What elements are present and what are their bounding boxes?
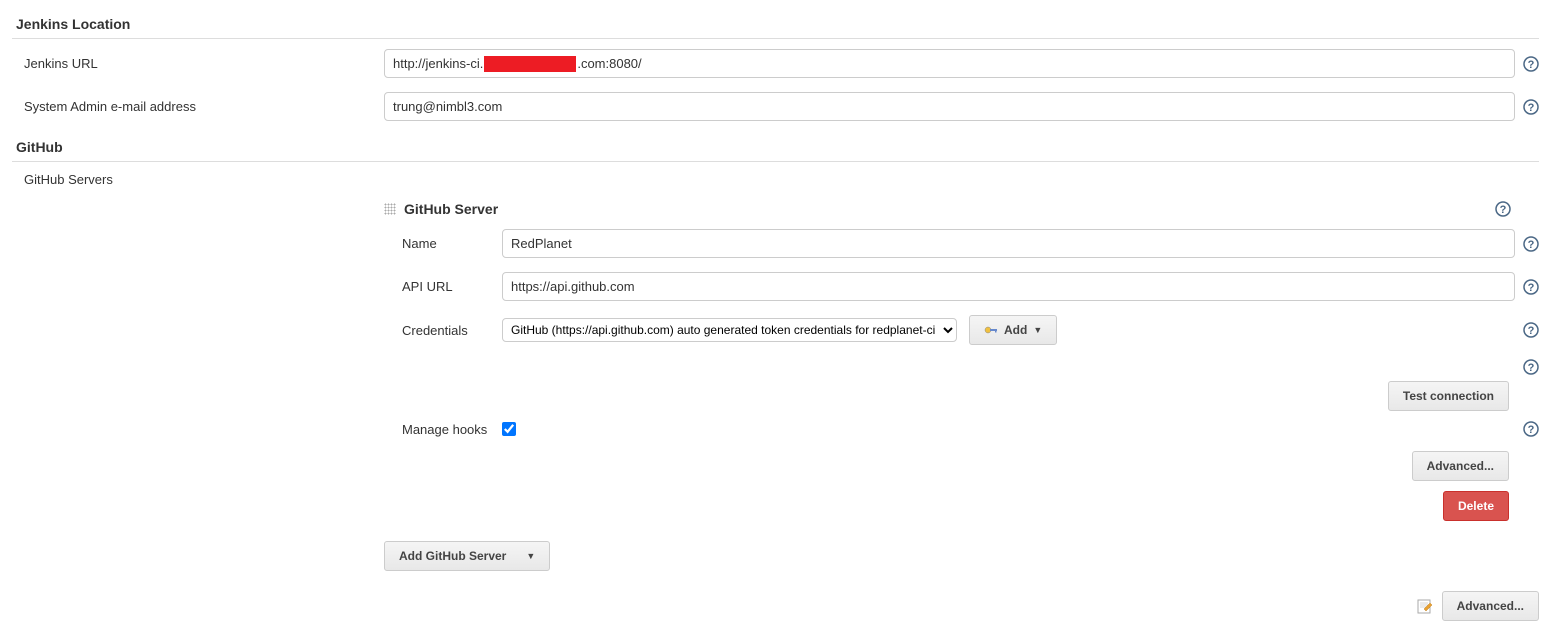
key-icon [984, 325, 998, 335]
api-url-label: API URL [402, 279, 502, 294]
server-name-row: Name ? [384, 229, 1539, 258]
server-name-label: Name [402, 236, 502, 251]
credentials-select[interactable]: GitHub (https://api.github.com) auto gen… [502, 318, 957, 342]
github-server-title: GitHub Server [404, 201, 498, 217]
svg-text:?: ? [1528, 239, 1535, 251]
admin-email-label: System Admin e-mail address [24, 99, 384, 114]
add-cred-label: Add [1004, 323, 1027, 337]
svg-text:?: ? [1500, 204, 1507, 216]
admin-email-row: System Admin e-mail address ? [12, 92, 1539, 121]
github-server-block: GitHub Server ? Name ? API URL ? Credent… [384, 201, 1539, 521]
caret-down-icon: ▼ [526, 551, 535, 561]
svg-text:?: ? [1528, 362, 1535, 374]
svg-text:?: ? [1528, 102, 1535, 114]
jenkins-url-row: Jenkins URL http://jenkins-ci. .com:8080… [12, 49, 1539, 78]
caret-down-icon: ▼ [1033, 325, 1042, 335]
github-servers-label: GitHub Servers [24, 172, 384, 187]
help-icon[interactable]: ? [1523, 322, 1539, 338]
help-icon[interactable]: ? [1523, 359, 1539, 375]
drag-handle-icon[interactable] [384, 203, 396, 215]
add-server-label: Add GitHub Server [399, 549, 506, 563]
help-icon[interactable]: ? [1523, 99, 1539, 115]
jenkins-url-input[interactable] [384, 49, 1515, 78]
add-github-server-button[interactable]: Add GitHub Server ▼ [384, 541, 550, 571]
notepad-icon [1416, 597, 1434, 615]
manage-hooks-row: Manage hooks ? [384, 421, 1539, 437]
server-name-input[interactable] [502, 229, 1515, 258]
section-jenkins-location-title: Jenkins Location [12, 12, 1539, 39]
add-credentials-button[interactable]: Add ▼ [969, 315, 1057, 345]
github-servers-row: GitHub Servers [12, 172, 1539, 187]
svg-text:?: ? [1528, 424, 1535, 436]
server-advanced-button[interactable]: Advanced... [1412, 451, 1509, 481]
svg-text:?: ? [1528, 282, 1535, 294]
credentials-label: Credentials [402, 323, 502, 338]
svg-text:?: ? [1528, 59, 1535, 71]
delete-server-button[interactable]: Delete [1443, 491, 1509, 521]
admin-email-input[interactable] [384, 92, 1515, 121]
manage-hooks-label: Manage hooks [402, 422, 502, 437]
svg-text:?: ? [1528, 325, 1535, 337]
help-icon[interactable]: ? [1523, 421, 1539, 437]
jenkins-url-label: Jenkins URL [24, 56, 384, 71]
outer-advanced-button[interactable]: Advanced... [1442, 591, 1539, 621]
help-icon[interactable]: ? [1523, 56, 1539, 72]
api-url-row: API URL ? [384, 272, 1539, 301]
api-url-input[interactable] [502, 272, 1515, 301]
test-connection-button[interactable]: Test connection [1388, 381, 1509, 411]
section-github-title: GitHub [12, 135, 1539, 162]
help-icon[interactable]: ? [1523, 279, 1539, 295]
manage-hooks-checkbox[interactable] [502, 422, 516, 436]
help-icon[interactable]: ? [1495, 201, 1511, 217]
credentials-row: Credentials GitHub (https://api.github.c… [384, 315, 1539, 345]
help-icon[interactable]: ? [1523, 236, 1539, 252]
